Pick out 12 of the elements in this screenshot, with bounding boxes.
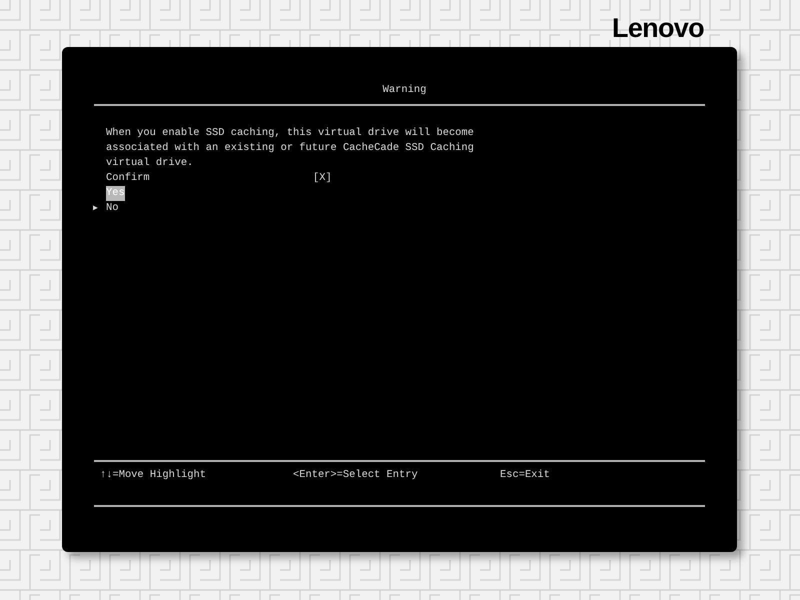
warning-message-line: associated with an existing or future CacheCade SSD Caching: [106, 141, 475, 156]
dialog-title: Warning: [382, 83, 426, 98]
warning-message-line: When you enable SSD caching, this virtual drive will become: [106, 126, 475, 141]
key-hint: <Enter>=Select Entry: [293, 468, 419, 483]
key-hint: ↑↓=Move Highlight: [100, 468, 208, 483]
confirm-label: Confirm: [106, 171, 151, 186]
pointer-arrow: ▶: [93, 203, 98, 215]
logo: Lenovo: [612, 12, 704, 45]
option-item[interactable]: No: [106, 201, 118, 216]
confirm-value: [X]: [313, 171, 332, 186]
key-hint: Esc=Exit: [500, 468, 550, 483]
warning-message-line: virtual drive.: [106, 156, 194, 171]
